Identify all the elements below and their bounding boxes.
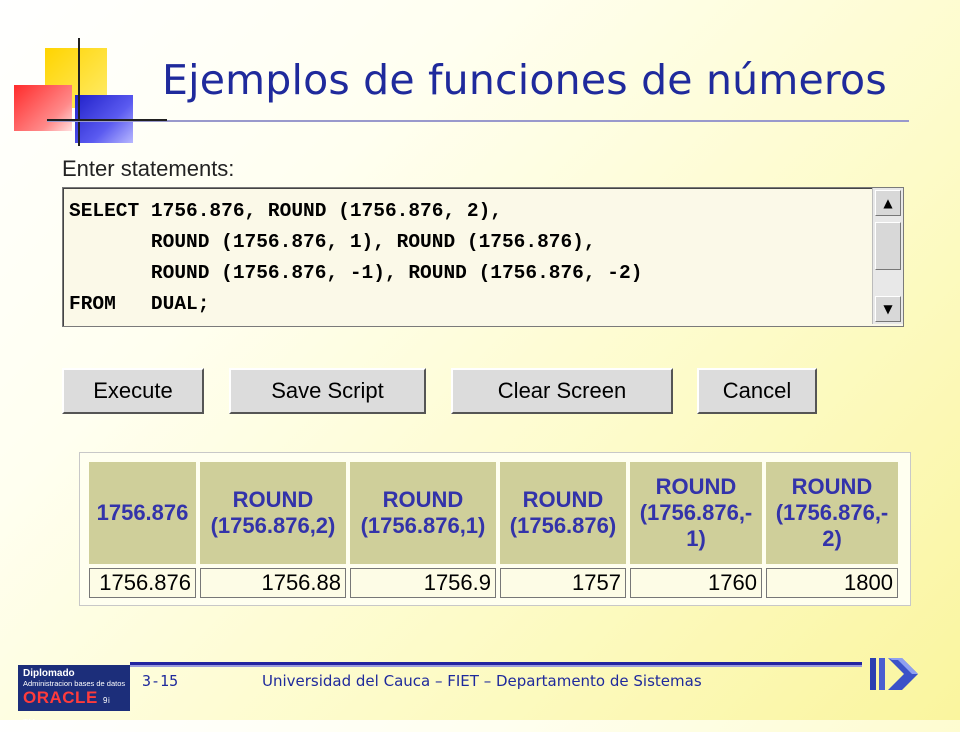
scroll-down-icon[interactable]: ▼ xyxy=(875,296,901,322)
page-title: Ejemplos de funciones de números xyxy=(162,56,887,104)
cancel-button[interactable]: Cancel xyxy=(697,368,817,414)
logo-line2: Administracion bases de datos xyxy=(23,679,126,688)
table-cell: 1800 xyxy=(766,568,898,598)
editor-scrollbar[interactable]: ▲ ▼ xyxy=(872,188,903,324)
end-bar-2 xyxy=(879,658,885,690)
table-cell: 1760 xyxy=(630,568,762,598)
column-header: ROUND (1756.876,- 2) xyxy=(766,462,898,564)
decor-vertical-line xyxy=(78,38,80,146)
column-header: ROUND (1756.876) xyxy=(500,462,626,564)
sql-editor[interactable]: SELECT 1756.876, ROUND (1756.876, 2), RO… xyxy=(62,187,904,327)
execute-button[interactable]: Execute xyxy=(62,368,204,414)
table-cell: 1757 xyxy=(500,568,626,598)
title-underline xyxy=(47,120,909,122)
column-header: ROUND (1756.876,- 1) xyxy=(630,462,762,564)
results-table: 1756.876 ROUND (1756.876,2) ROUND (1756.… xyxy=(85,458,902,602)
footer-text: Universidad del Cauca – FIET – Departame… xyxy=(262,672,702,690)
table-row: 1756.876 1756.88 1756.9 1757 1760 1800 xyxy=(89,568,898,598)
scroll-thumb[interactable] xyxy=(875,222,901,270)
logo-brand: ORACLE 9i TM xyxy=(23,688,125,732)
column-header: ROUND (1756.876,2) xyxy=(200,462,346,564)
end-bar-1 xyxy=(870,658,876,690)
end-navigation-icon[interactable] xyxy=(868,654,922,694)
footer-divider-shadow xyxy=(130,665,862,667)
column-header: ROUND (1756.876,1) xyxy=(350,462,496,564)
logo-brand-text: ORACLE xyxy=(23,688,98,707)
results-header-row: 1756.876 ROUND (1756.876,2) ROUND (1756.… xyxy=(89,462,898,564)
table-cell: 1756.9 xyxy=(350,568,496,598)
table-cell: 1756.88 xyxy=(200,568,346,598)
clear-screen-button[interactable]: Clear Screen xyxy=(451,368,673,414)
logo-line1: Diplomado xyxy=(23,668,75,679)
enter-statements-label: Enter statements: xyxy=(62,156,235,181)
logo-square-red xyxy=(14,85,72,131)
table-cell: 1756.876 xyxy=(89,568,196,598)
column-header: 1756.876 xyxy=(89,462,196,564)
slide-number: 3-15 xyxy=(142,672,179,690)
sql-editor-text[interactable]: SELECT 1756.876, ROUND (1756.876, 2), RO… xyxy=(69,196,642,320)
scroll-up-icon[interactable]: ▲ xyxy=(875,190,901,216)
save-script-button[interactable]: Save Script xyxy=(229,368,426,414)
title-underline-accent xyxy=(47,119,167,121)
results-panel: 1756.876 ROUND (1756.876,2) ROUND (1756.… xyxy=(79,452,911,606)
oracle-diplomado-logo: Diplomado Administracion bases de datos … xyxy=(18,665,130,727)
